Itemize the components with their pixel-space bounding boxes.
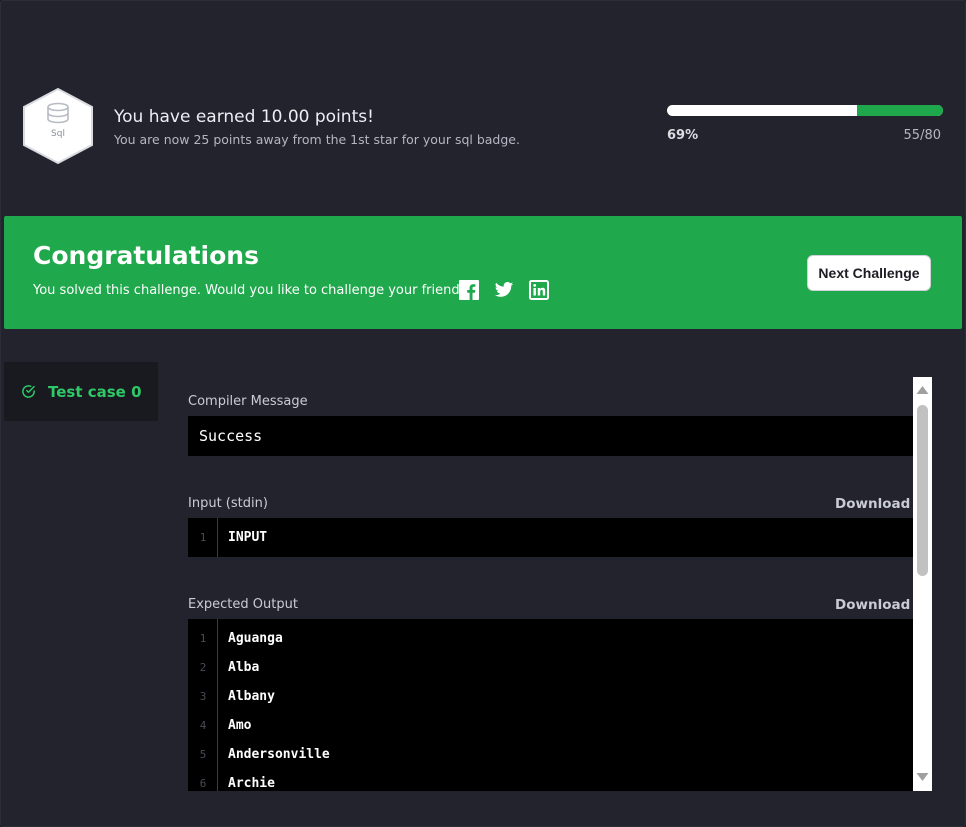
banner-subtitle: You solved this challenge. Would you lik… [33, 283, 474, 298]
results-panel: Sql You have earned 10.00 points! You ar… [0, 0, 966, 827]
line-number: 4 [199, 719, 207, 732]
input-label: Input (stdin) [188, 496, 268, 511]
input-code-box: 1 INPUT [188, 518, 913, 557]
scroll-up-arrow-icon[interactable] [916, 385, 929, 395]
line-text: Amo [228, 718, 252, 733]
input-download-link[interactable]: Download [835, 496, 910, 512]
line-number: 1 [199, 531, 207, 544]
line-text: Andersonville [228, 747, 330, 762]
test-case-label: Test case 0 [48, 382, 142, 401]
badge-progress-fill [857, 105, 943, 116]
points-earned-title: You have earned 10.00 points! [114, 107, 374, 127]
sql-badge: Sql [21, 87, 95, 165]
twitter-icon[interactable] [494, 280, 514, 300]
expected-line: 5 Andersonville [188, 740, 913, 769]
progress-percent: 69% [667, 128, 699, 143]
expected-line: 4 Amo [188, 711, 913, 740]
expected-output-download-link[interactable]: Download [835, 597, 910, 613]
line-number: 2 [199, 661, 207, 674]
badge-label: Sql [51, 129, 65, 139]
line-number: 1 [199, 632, 207, 645]
input-line: 1 INPUT [188, 523, 913, 552]
check-circle-icon [22, 385, 35, 398]
compiler-message-text: Success [199, 427, 263, 445]
expected-output-label: Expected Output [188, 597, 298, 612]
expected-line: 1 Aguanga [188, 624, 913, 653]
expected-line: 6 Archie [188, 769, 913, 791]
line-text: Alba [228, 660, 260, 675]
badge-hexagon-icon [23, 87, 93, 165]
scroll-down-arrow-icon[interactable] [916, 772, 929, 782]
line-text: Archie [228, 776, 275, 791]
compiler-message-box: Success [188, 416, 913, 456]
badge-progress-bar [667, 105, 943, 116]
next-challenge-button[interactable]: Next Challenge [807, 255, 931, 291]
line-text: Aguanga [228, 631, 283, 646]
linkedin-icon[interactable] [529, 280, 549, 300]
scrollbar-thumb[interactable] [917, 405, 928, 576]
facebook-icon[interactable] [459, 280, 479, 300]
compiler-message-label: Compiler Message [188, 394, 308, 409]
line-number: 5 [199, 748, 207, 761]
line-number: 6 [199, 777, 207, 790]
banner-title: Congratulations [33, 241, 259, 270]
congratulations-banner: Congratulations You solved this challeng… [4, 216, 962, 329]
line-text: Albany [228, 689, 275, 704]
line-text: INPUT [228, 530, 268, 545]
expected-line: 2 Alba [188, 653, 913, 682]
tab-test-case-0[interactable]: Test case 0 [4, 362, 158, 421]
points-earned-subtitle: You are now 25 points away from the 1st … [114, 132, 520, 147]
expected-output-code-box: 1 Aguanga 2 Alba 3 Albany 4 Amo 5 Anders… [188, 619, 913, 791]
results-scrollbar[interactable] [913, 377, 932, 791]
progress-count: 55/80 [903, 128, 941, 143]
line-number: 3 [199, 690, 207, 703]
expected-line: 3 Albany [188, 682, 913, 711]
